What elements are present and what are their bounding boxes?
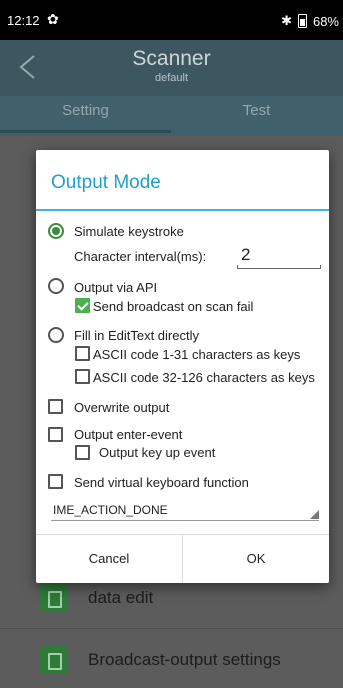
tab-indicator	[0, 130, 171, 133]
tab-bar: Setting Test	[0, 96, 343, 136]
char-interval-underline	[237, 265, 321, 269]
send-broadcast-label: Send broadcast on scan fail	[93, 299, 254, 314]
battery-percent: 68%	[312, 13, 339, 29]
dialog-title: Output Mode	[51, 172, 161, 193]
output-mode-dialog: Output Mode Simulate keystroke Character…	[36, 150, 329, 583]
broadcast-icon	[40, 646, 68, 674]
app-title: Scanner	[132, 47, 211, 70]
dialog-title-divider	[36, 209, 329, 211]
list-divider	[0, 628, 343, 629]
app-subtitle: default	[154, 72, 189, 84]
status-time: 12:12	[7, 13, 40, 28]
fill-edittext-label: Fill in EditText directly	[74, 328, 199, 343]
checkbox-ascii-32-126[interactable]	[75, 369, 90, 384]
output-enter-event-label: Output enter-event	[74, 427, 183, 442]
checkbox-overwrite-output[interactable]	[48, 399, 63, 414]
app-bar: Scanner default	[0, 40, 343, 96]
simulate-keystroke-label: Simulate keystroke	[74, 224, 184, 239]
send-virtual-keyboard-label: Send virtual keyboard function	[74, 475, 249, 490]
bluetooth-icon: ✱	[281, 13, 292, 28]
dropdown-arrow-icon[interactable]	[310, 510, 319, 519]
checkbox-send-broadcast[interactable]	[75, 298, 90, 313]
gear-icon: ✿	[47, 11, 59, 27]
radio-output-via-api[interactable]	[48, 278, 64, 294]
checkbox-send-virtual-keyboard[interactable]	[48, 474, 63, 489]
battery-icon	[297, 14, 307, 28]
radio-simulate-keystroke[interactable]	[48, 223, 64, 239]
status-right: ✱ 68%	[281, 13, 339, 29]
ime-action-select[interactable]: IME_ACTION_DONE	[53, 503, 168, 517]
cancel-button[interactable]: Cancel	[36, 535, 182, 583]
output-via-api-label: Output via API	[74, 280, 158, 295]
radio-fill-edittext[interactable]	[48, 327, 64, 343]
checkbox-output-key-up[interactable]	[75, 445, 90, 460]
status-bar: 12:12 ✿ ✱ 68%	[0, 0, 343, 40]
ascii-32-126-label: ASCII code 32-126 characters as keys	[93, 370, 315, 385]
ime-action-underline	[51, 520, 319, 521]
output-key-up-label: Output key up event	[99, 445, 216, 460]
edit-icon	[40, 584, 68, 612]
char-interval-input[interactable]: 2	[241, 245, 250, 265]
char-interval-label: Character interval(ms):	[74, 249, 207, 264]
list-item-label: Broadcast-output settings	[88, 650, 281, 669]
ascii-1-31-label: ASCII code 1-31 characters as keys	[93, 347, 301, 362]
list-item-label: data edit	[88, 588, 154, 607]
tab-test[interactable]: Test	[171, 96, 342, 136]
ok-button[interactable]: OK	[183, 535, 329, 583]
list-item-broadcast-output[interactable]: Broadcast-output settings	[0, 632, 343, 688]
checkbox-output-enter-event[interactable]	[48, 427, 63, 442]
overwrite-output-label: Overwrite output	[74, 400, 170, 415]
checkbox-ascii-1-31[interactable]	[75, 346, 90, 361]
